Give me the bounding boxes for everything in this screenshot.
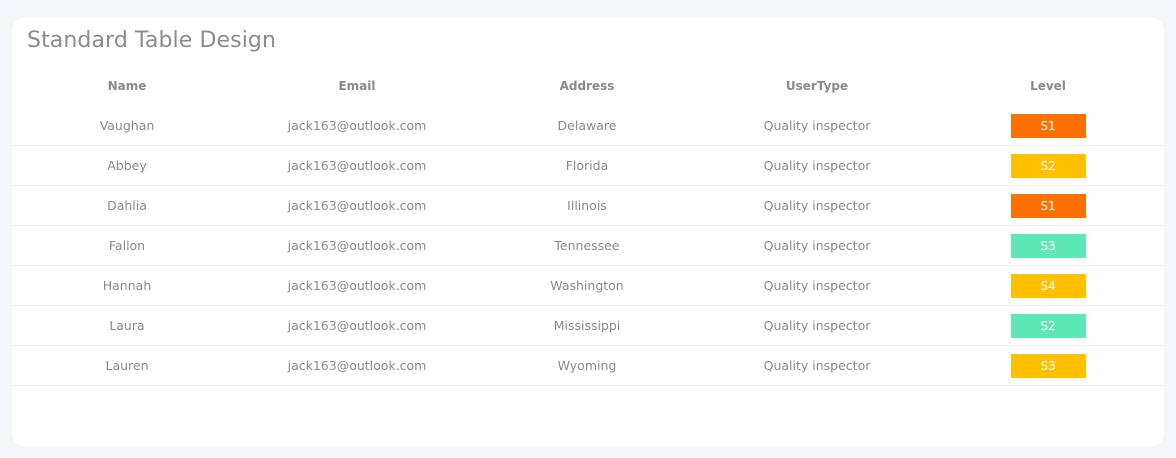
level-badge: S1: [1010, 113, 1086, 138]
cell-address: Washington: [472, 265, 702, 306]
column-header-email[interactable]: Email: [242, 66, 472, 106]
table-row[interactable]: Laura jack163@outlook.com Mississippi Qu…: [12, 305, 1164, 346]
cell-email: jack163@outlook.com: [242, 345, 472, 386]
table-row[interactable]: Vaughan jack163@outlook.com Delaware Qua…: [12, 106, 1164, 146]
cell-email: jack163@outlook.com: [242, 305, 472, 346]
cell-level: S1: [932, 185, 1164, 226]
cell-email: jack163@outlook.com: [242, 185, 472, 226]
level-badge: S2: [1010, 313, 1086, 338]
cell-name: Fallon: [12, 225, 242, 266]
cell-name: Vaughan: [12, 106, 242, 146]
table-card: Standard Table Design Name Email Address…: [12, 18, 1164, 446]
cell-address: Illinois: [472, 185, 702, 226]
table-row[interactable]: Fallon jack163@outlook.com Tennessee Qua…: [12, 225, 1164, 266]
cell-level: S2: [932, 145, 1164, 186]
cell-level: S1: [932, 106, 1164, 146]
table-row[interactable]: Lauren jack163@outlook.com Wyoming Quali…: [12, 345, 1164, 386]
table-header: Name Email Address UserType Level: [12, 66, 1164, 106]
cell-address: Tennessee: [472, 225, 702, 266]
cell-usertype: Quality inspector: [702, 265, 932, 306]
cell-address: Mississippi: [472, 305, 702, 346]
header-row: Name Email Address UserType Level: [12, 66, 1164, 106]
cell-address: Delaware: [472, 106, 702, 146]
level-badge: S3: [1010, 353, 1086, 378]
level-badge: S1: [1010, 193, 1086, 218]
cell-usertype: Quality inspector: [702, 145, 932, 186]
cell-email: jack163@outlook.com: [242, 265, 472, 306]
cell-address: Wyoming: [472, 345, 702, 386]
cell-level: S3: [932, 345, 1164, 386]
cell-email: jack163@outlook.com: [242, 106, 472, 146]
cell-level: S3: [932, 225, 1164, 266]
cell-address: Florida: [472, 145, 702, 186]
cell-level: S4: [932, 265, 1164, 306]
cell-email: jack163@outlook.com: [242, 225, 472, 266]
data-table: Name Email Address UserType Level Vaugha…: [12, 66, 1164, 386]
cell-usertype: Quality inspector: [702, 106, 932, 146]
level-badge: S2: [1010, 153, 1086, 178]
level-badge: S4: [1010, 273, 1086, 298]
cell-name: Lauren: [12, 345, 242, 386]
cell-name: Abbey: [12, 145, 242, 186]
page-title: Standard Table Design: [27, 28, 277, 53]
column-header-usertype[interactable]: UserType: [702, 66, 932, 106]
table-body: Vaughan jack163@outlook.com Delaware Qua…: [12, 106, 1164, 386]
table-row[interactable]: Abbey jack163@outlook.com Florida Qualit…: [12, 145, 1164, 186]
level-badge: S3: [1010, 233, 1086, 258]
cell-name: Dahlia: [12, 185, 242, 226]
table-row[interactable]: Hannah jack163@outlook.com Washington Qu…: [12, 265, 1164, 306]
cell-email: jack163@outlook.com: [242, 145, 472, 186]
cell-usertype: Quality inspector: [702, 305, 932, 346]
column-header-level[interactable]: Level: [932, 66, 1164, 106]
cell-name: Hannah: [12, 265, 242, 306]
cell-usertype: Quality inspector: [702, 345, 932, 386]
column-header-address[interactable]: Address: [472, 66, 702, 106]
cell-usertype: Quality inspector: [702, 225, 932, 266]
cell-level: S2: [932, 305, 1164, 346]
column-header-name[interactable]: Name: [12, 66, 242, 106]
table-row[interactable]: Dahlia jack163@outlook.com Illinois Qual…: [12, 185, 1164, 226]
cell-usertype: Quality inspector: [702, 185, 932, 226]
cell-name: Laura: [12, 305, 242, 346]
